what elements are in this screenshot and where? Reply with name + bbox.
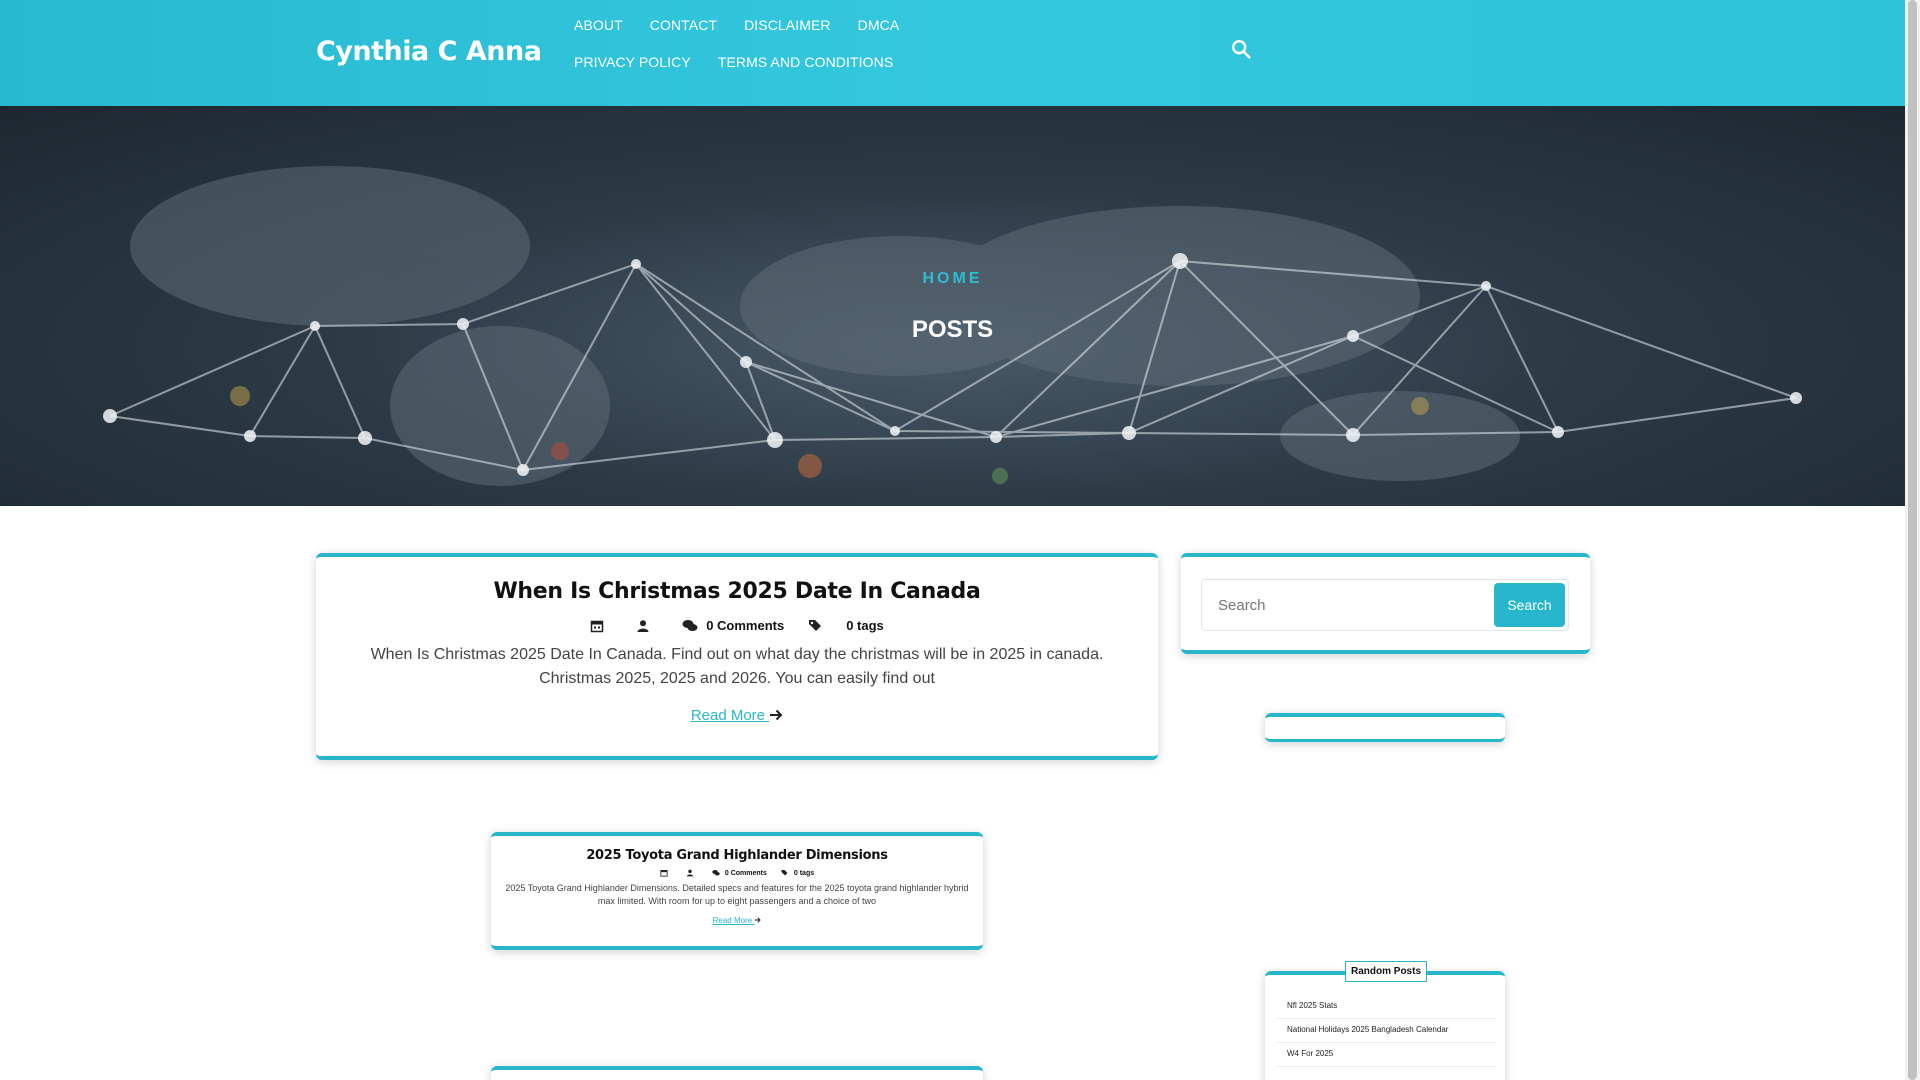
post-meta: 0 Comments 0 tags <box>316 618 1158 633</box>
post-meta: 0 Comments 0 tags <box>491 869 983 877</box>
random-posts-title: Random Posts <box>1345 961 1428 982</box>
post-excerpt: 2025 Toyota Grand Highlander Dimensions.… <box>505 883 969 906</box>
hero-banner: HOME POSTS <box>0 106 1905 506</box>
read-more-label: Read More <box>690 707 766 724</box>
arrow-right-icon <box>754 917 762 923</box>
search-input[interactable] <box>1202 582 1494 628</box>
read-more-label: Read More <box>712 916 753 925</box>
read-more-link[interactable]: Read More <box>691 707 783 724</box>
world-network-background <box>103 166 1802 486</box>
post-comments-count[interactable]: 0 Comments <box>725 870 767 877</box>
search-button[interactable]: Search <box>1494 583 1565 627</box>
post-title[interactable]: 2025 Toyota Grand Highlander Dimensions <box>491 848 983 863</box>
post-card: 2025 Toyota Grand Highlander Dimensions … <box>491 832 983 950</box>
sidebar-widget <box>1265 713 1505 742</box>
main-nav: ABOUT CONTACT DISCLAIMER DMCA PRIVACY PO… <box>574 12 1044 75</box>
search-form: Search <box>1201 579 1569 631</box>
list-item[interactable]: W4 For 2025 <box>1275 1043 1495 1067</box>
nav-item-privacy-policy[interactable]: PRIVACY POLICY <box>574 49 691 75</box>
comments-icon[interactable] <box>682 619 698 633</box>
site-title[interactable]: Cynthia C Anna <box>316 36 542 67</box>
search-widget: Search <box>1181 553 1590 654</box>
list-item[interactable]: National Holidays 2025 Bangladesh Calend… <box>1275 1019 1495 1043</box>
tags-icon <box>809 619 822 631</box>
site-header: Cynthia C Anna ABOUT CONTACT DISCLAIMER … <box>0 0 1905 106</box>
random-posts-widget: Random Posts Nfl 2025 Stats National Hol… <box>1265 961 1505 1080</box>
comments-icon[interactable] <box>712 869 720 877</box>
nav-item-disclaimer[interactable]: DISCLAIMER <box>744 12 831 38</box>
arrow-right-icon <box>770 709 783 721</box>
post-tags-count: 0 tags <box>793 869 815 877</box>
page-scrollbar[interactable] <box>1905 0 1920 1080</box>
post-excerpt: When Is Christmas 2025 Date In Canada. F… <box>370 646 1104 687</box>
breadcrumb-home[interactable]: HOME <box>0 270 1905 288</box>
page-title: POSTS <box>911 316 994 343</box>
post-comments-count[interactable]: 0 Comments <box>706 618 784 633</box>
post-tags-count: 0 tags <box>846 618 884 633</box>
random-posts-list: Nfl 2025 Stats National Holidays 2025 Ba… <box>1275 995 1495 1067</box>
search-icon[interactable] <box>1230 38 1252 60</box>
calendar-icon[interactable] <box>590 619 604 633</box>
nav-item-dmca[interactable]: DMCA <box>858 12 900 38</box>
user-icon[interactable] <box>636 619 650 633</box>
nav-item-about[interactable]: ABOUT <box>574 12 623 38</box>
user-icon[interactable] <box>686 869 694 877</box>
read-more-link[interactable]: Read More <box>713 916 762 925</box>
post-card <box>491 1066 983 1080</box>
scrollbar-thumb[interactable] <box>1908 0 1917 1080</box>
list-item[interactable]: Nfl 2025 Stats <box>1275 995 1495 1019</box>
post-title[interactable]: When Is Christmas 2025 Date In Canada <box>316 579 1158 604</box>
nav-item-terms[interactable]: TERMS AND CONDITIONS <box>718 49 893 75</box>
calendar-icon[interactable] <box>660 869 668 877</box>
post-card: When Is Christmas 2025 Date In Canada 0 … <box>316 553 1158 760</box>
tags-icon <box>781 870 788 876</box>
nav-item-contact[interactable]: CONTACT <box>650 12 717 38</box>
